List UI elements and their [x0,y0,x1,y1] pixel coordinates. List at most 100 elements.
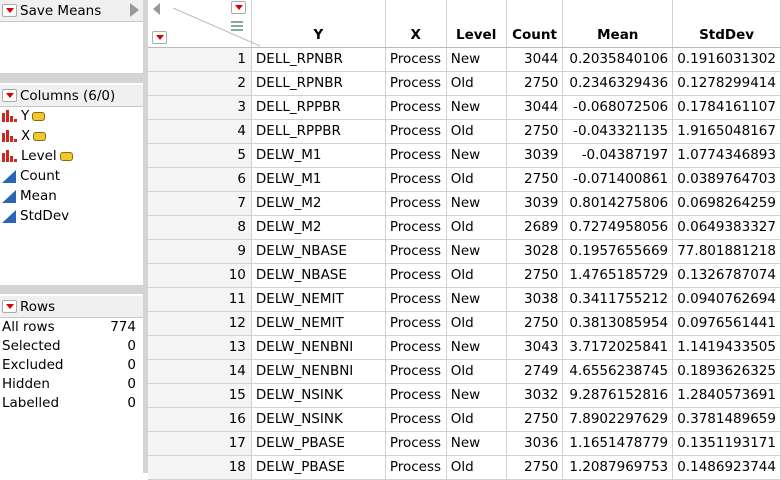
column-header-y[interactable]: Y [251,0,386,48]
row-stat-excluded[interactable]: Excluded 0 [2,355,136,374]
cell-level[interactable]: New [446,287,507,312]
cell-y[interactable]: DELW_NENBNI [251,359,386,384]
row-number[interactable]: 4 [148,119,252,144]
cell-count[interactable]: 3043 [506,335,564,360]
cell-stddev[interactable]: 0.1486923744 [672,455,781,480]
cell-stddev[interactable]: 0.1326787074 [672,263,781,288]
column-header-x[interactable]: X [385,0,447,48]
row-number[interactable]: 2 [148,71,252,96]
cell-stddev[interactable]: 1.1419433505 [672,335,781,360]
table-row[interactable]: 15 DELW_NSINK Process New 3032 9.2876152816 1.… [148,383,781,408]
row-stat-hidden[interactable]: Hidden 0 [2,374,136,393]
cell-y[interactable]: DELL_RPPBR [251,119,386,144]
row-number[interactable]: 9 [148,239,252,264]
cell-mean[interactable]: -0.071400861 [562,167,674,192]
cell-mean[interactable]: 0.7274958056 [562,215,674,240]
cell-mean[interactable]: 4.6556238745 [562,359,674,384]
row-number[interactable]: 11 [148,287,252,312]
cell-y[interactable]: DELW_M1 [251,143,386,168]
sort-icon[interactable] [230,21,243,33]
table-row[interactable]: 7 DELW_M2 Process New 3039 0.8014275806 0.0698… [148,191,781,216]
cell-count[interactable]: 3039 [506,143,564,168]
cell-x[interactable]: Process [385,407,447,432]
table-row[interactable]: 3 DELL_RPPBR Process New 3044 -0.068072506 0.1… [148,95,781,120]
cell-x[interactable]: Process [385,455,447,480]
row-number[interactable]: 18 [148,455,252,480]
cell-stddev[interactable]: 0.0940762694 [672,287,781,312]
cell-stddev[interactable]: 0.0389764703 [672,167,781,192]
table-row[interactable]: 2 DELL_RPNBR Process Old 2750 0.2346329436 0.1… [148,71,781,96]
column-item[interactable]: Mean [2,186,57,206]
collapse-left-icon[interactable] [153,3,160,15]
cell-level[interactable]: New [446,383,507,408]
cell-mean[interactable]: -0.068072506 [562,95,674,120]
cell-count[interactable]: 2750 [506,455,564,480]
columns-header[interactable]: Columns (6/0) [0,85,143,107]
cell-count[interactable]: 3044 [506,95,564,120]
cell-level[interactable]: Old [446,455,507,480]
cell-stddev[interactable]: 0.1351193171 [672,431,781,456]
cell-y[interactable]: DELW_NSINK [251,383,386,408]
cell-stddev[interactable]: 1.9165048167 [672,119,781,144]
cell-mean[interactable]: -0.04387197 [562,143,674,168]
cell-count[interactable]: 2749 [506,359,564,384]
rows-header[interactable]: Rows [0,296,143,318]
row-number[interactable]: 14 [148,359,252,384]
table-row[interactable]: 13 DELW_NENBNI Process New 3043 3.7172025841 1… [148,335,781,360]
cell-level[interactable]: Old [446,311,507,336]
row-number[interactable]: 5 [148,143,252,168]
cell-x[interactable]: Process [385,143,447,168]
expand-right-icon[interactable] [130,3,139,17]
cell-mean[interactable]: 7.8902297629 [562,407,674,432]
cell-level[interactable]: Old [446,215,507,240]
cell-mean[interactable]: 1.2087969753 [562,455,674,480]
cell-stddev[interactable]: 0.0698264259 [672,191,781,216]
cell-stddev[interactable]: 0.1784161107 [672,95,781,120]
column-item[interactable]: StdDev [2,206,69,226]
cell-level[interactable]: New [446,335,507,360]
cell-level[interactable]: New [446,143,507,168]
cell-mean[interactable]: 3.7172025841 [562,335,674,360]
table-row[interactable]: 5 DELW_M1 Process New 3039 -0.04387197 1.07743… [148,143,781,168]
cell-stddev[interactable]: 0.0976561441 [672,311,781,336]
row-number[interactable]: 8 [148,215,252,240]
row-number[interactable]: 17 [148,431,252,456]
cell-x[interactable]: Process [385,167,447,192]
cell-mean[interactable]: 9.2876152816 [562,383,674,408]
label-tag-icon[interactable] [32,111,46,121]
table-row[interactable]: 1 DELL_RPNBR Process New 3044 0.2035840106 0.1… [148,47,781,72]
columns-menu-icon[interactable] [230,1,246,14]
cell-mean[interactable]: 0.8014275806 [562,191,674,216]
cell-x[interactable]: Process [385,287,447,312]
table-row[interactable]: 11 DELW_NEMIT Process New 3038 0.3411755212 0.… [148,287,781,312]
red-triangle-menu-icon[interactable] [2,300,17,313]
cell-x[interactable]: Process [385,335,447,360]
cell-mean[interactable]: 0.2346329436 [562,71,674,96]
cell-mean[interactable]: 0.1957655669 [562,239,674,264]
table-row[interactable]: 17 DELW_PBASE Process New 3036 1.1651478779 0.… [148,431,781,456]
cell-mean[interactable]: 1.4765185729 [562,263,674,288]
red-triangle-menu-icon[interactable] [2,89,17,102]
cell-count[interactable]: 2750 [506,311,564,336]
cell-y[interactable]: DELW_PBASE [251,431,386,456]
cell-x[interactable]: Process [385,119,447,144]
cell-level[interactable]: Old [446,359,507,384]
cell-mean[interactable]: 0.3411755212 [562,287,674,312]
cell-y[interactable]: DELL_RPPBR [251,95,386,120]
cell-y[interactable]: DELW_PBASE [251,455,386,480]
cell-mean[interactable]: 0.3813085954 [562,311,674,336]
cell-x[interactable]: Process [385,383,447,408]
cell-level[interactable]: Old [446,119,507,144]
cell-y[interactable]: DELL_RPNBR [251,71,386,96]
column-header-mean[interactable]: Mean [562,0,674,48]
cell-count[interactable]: 3028 [506,239,564,264]
cell-y[interactable]: DELW_M2 [251,191,386,216]
cell-x[interactable]: Process [385,311,447,336]
column-header-stddev[interactable]: StdDev [672,0,781,48]
cell-count[interactable]: 2750 [506,71,564,96]
cell-stddev[interactable]: 0.0649383327 [672,215,781,240]
row-number[interactable]: 15 [148,383,252,408]
cell-y[interactable]: DELW_M2 [251,215,386,240]
table-row[interactable]: 6 DELW_M1 Process Old 2750 -0.071400861 0.0389… [148,167,781,192]
cell-level[interactable]: New [446,47,507,72]
